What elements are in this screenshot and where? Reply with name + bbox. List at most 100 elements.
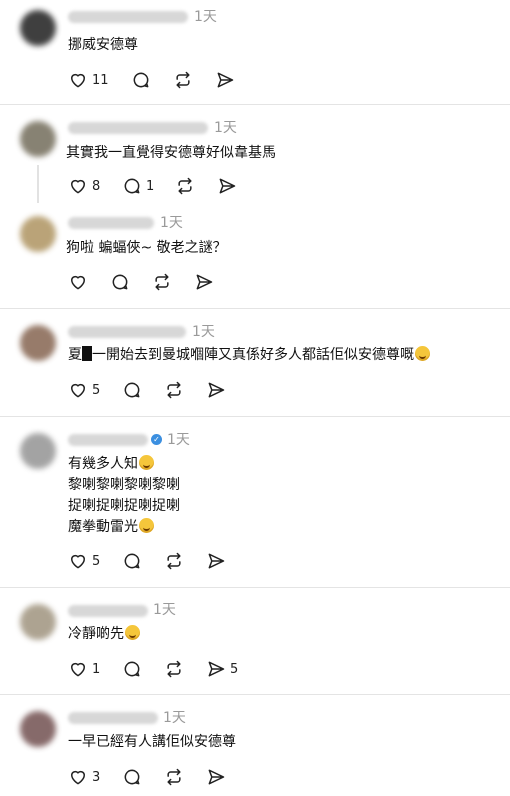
comment-bubble-icon [112, 274, 128, 290]
post-6: 1天 冷靜啲先 1 5 [0, 588, 510, 694]
share-button[interactable] [217, 175, 237, 197]
like-button[interactable]: 1 [68, 658, 100, 680]
like-button[interactable]: 3 [68, 766, 100, 788]
username-blurred[interactable] [68, 605, 148, 617]
username-blurred[interactable] [68, 326, 186, 338]
like-button[interactable]: 5 [68, 379, 100, 401]
post-actions: 5 [68, 379, 268, 401]
repost-button[interactable] [175, 175, 195, 197]
username-blurred[interactable] [68, 122, 208, 134]
post-actions: 8 1 [68, 175, 268, 197]
send-icon [208, 553, 225, 569]
avatar[interactable] [20, 604, 56, 640]
post-line: 冷靜啲先 [68, 626, 124, 642]
comment-button[interactable] [110, 271, 130, 293]
repost-button[interactable] [164, 379, 184, 401]
post-5: ✓ 1天 有幾多人知 黎喇黎喇黎喇黎喇 捉喇捉喇捉喇捉喇 魔拳動雷光 5 [0, 417, 510, 587]
heart-icon [71, 179, 85, 194]
send-icon [208, 769, 225, 785]
repost-button[interactable] [164, 766, 184, 788]
comment-button[interactable] [122, 766, 142, 788]
avatar[interactable] [20, 711, 56, 747]
rofl-emoji-icon [139, 455, 154, 470]
comment-bubble-icon [124, 769, 140, 785]
comment-button[interactable] [131, 69, 151, 91]
share-button[interactable]: 5 [206, 658, 238, 680]
post-text: 其實我一直覺得安德尊好似韋基馬 [66, 145, 276, 161]
like-button[interactable]: 8 [68, 175, 100, 197]
verified-badge-icon: ✓ [151, 434, 162, 445]
username-blurred[interactable] [68, 434, 148, 446]
comment-count: 1 [146, 178, 155, 194]
share-button[interactable] [206, 766, 226, 788]
post-text: 狗啦 蝙蝠俠~ 敬老之謎？ [66, 240, 227, 256]
post-text: 挪威安德尊 [68, 37, 138, 53]
username-blurred[interactable] [68, 11, 188, 23]
smirk-emoji-icon [139, 518, 154, 533]
send-icon [196, 274, 213, 290]
like-count: 1 [92, 661, 101, 677]
post-actions: 1 5 [68, 658, 268, 680]
repost-icon [178, 177, 192, 195]
laughing-emoji-icon [415, 346, 430, 361]
post-text: 有幾多人知 [68, 454, 154, 475]
censor-block [82, 346, 92, 361]
post-actions: 11 [68, 69, 268, 91]
post-text: 一早已經有人講佢似安德尊 [68, 734, 236, 750]
like-count: 5 [92, 382, 101, 398]
send-icon [208, 661, 225, 677]
post-time: 1天 [214, 120, 237, 136]
like-button[interactable]: 11 [68, 69, 109, 91]
post-line: 魔拳動雷光 [68, 519, 138, 535]
post-text: 夏一開始去到曼城嗰陣又真係好多人都話佢似安德尊嘅 [68, 345, 430, 366]
avatar[interactable] [20, 10, 56, 46]
like-button[interactable] [68, 271, 88, 293]
comment-button[interactable] [122, 379, 142, 401]
share-button[interactable] [194, 271, 214, 293]
comment-bubble-icon [124, 178, 140, 194]
post-line: 有幾多人知 [68, 456, 138, 472]
repost-icon [167, 381, 181, 399]
post-time: 1天 [194, 9, 217, 25]
heart-icon [71, 73, 85, 88]
post-text: 捉喇捉喇捉喇捉喇 [68, 498, 180, 514]
repost-button[interactable] [173, 69, 193, 91]
comment-button[interactable] [122, 658, 142, 680]
post-7: 1天 一早已經有人講佢似安德尊 3 [0, 695, 510, 796]
repost-button[interactable] [164, 658, 184, 680]
post-actions: 5 [68, 550, 268, 572]
repost-icon [167, 660, 181, 678]
share-button[interactable] [206, 379, 226, 401]
share-button[interactable] [215, 69, 235, 91]
post-actions: 3 [68, 766, 268, 788]
like-count: 3 [92, 769, 101, 785]
avatar[interactable] [20, 216, 56, 252]
comment-button[interactable] [122, 550, 142, 572]
heart-icon [71, 383, 85, 398]
username-blurred[interactable] [68, 217, 154, 229]
post-text-part: 一開始去到曼城嗰陣又真係好多人都話佢似安德尊嘅 [92, 347, 414, 363]
post-text-part: 夏 [68, 347, 82, 363]
like-button[interactable]: 5 [68, 550, 100, 572]
avatar[interactable] [20, 325, 56, 361]
repost-button[interactable] [164, 550, 184, 572]
avatar[interactable] [20, 433, 56, 469]
post-2: 1天 其實我一直覺得安德尊好似韋基馬 8 1 [0, 105, 510, 205]
like-count: 8 [92, 178, 101, 194]
post-time: 1天 [163, 710, 186, 726]
post-text: 冷靜啲先 [68, 624, 140, 645]
repost-icon [167, 552, 181, 570]
post-text: 魔拳動雷光 [68, 517, 154, 538]
post-text: 黎喇黎喇黎喇黎喇 [68, 477, 180, 493]
post-1: 1天 挪威安德尊 11 [0, 0, 510, 104]
share-count: 5 [230, 661, 239, 677]
send-icon [219, 178, 236, 194]
share-button[interactable] [206, 550, 226, 572]
comment-button[interactable]: 1 [122, 175, 154, 197]
repost-button[interactable] [152, 271, 172, 293]
avatar[interactable] [20, 121, 56, 157]
laughing-emoji-icon [125, 625, 140, 640]
post-actions [68, 271, 268, 293]
heart-icon [71, 554, 85, 569]
username-blurred[interactable] [68, 712, 158, 724]
